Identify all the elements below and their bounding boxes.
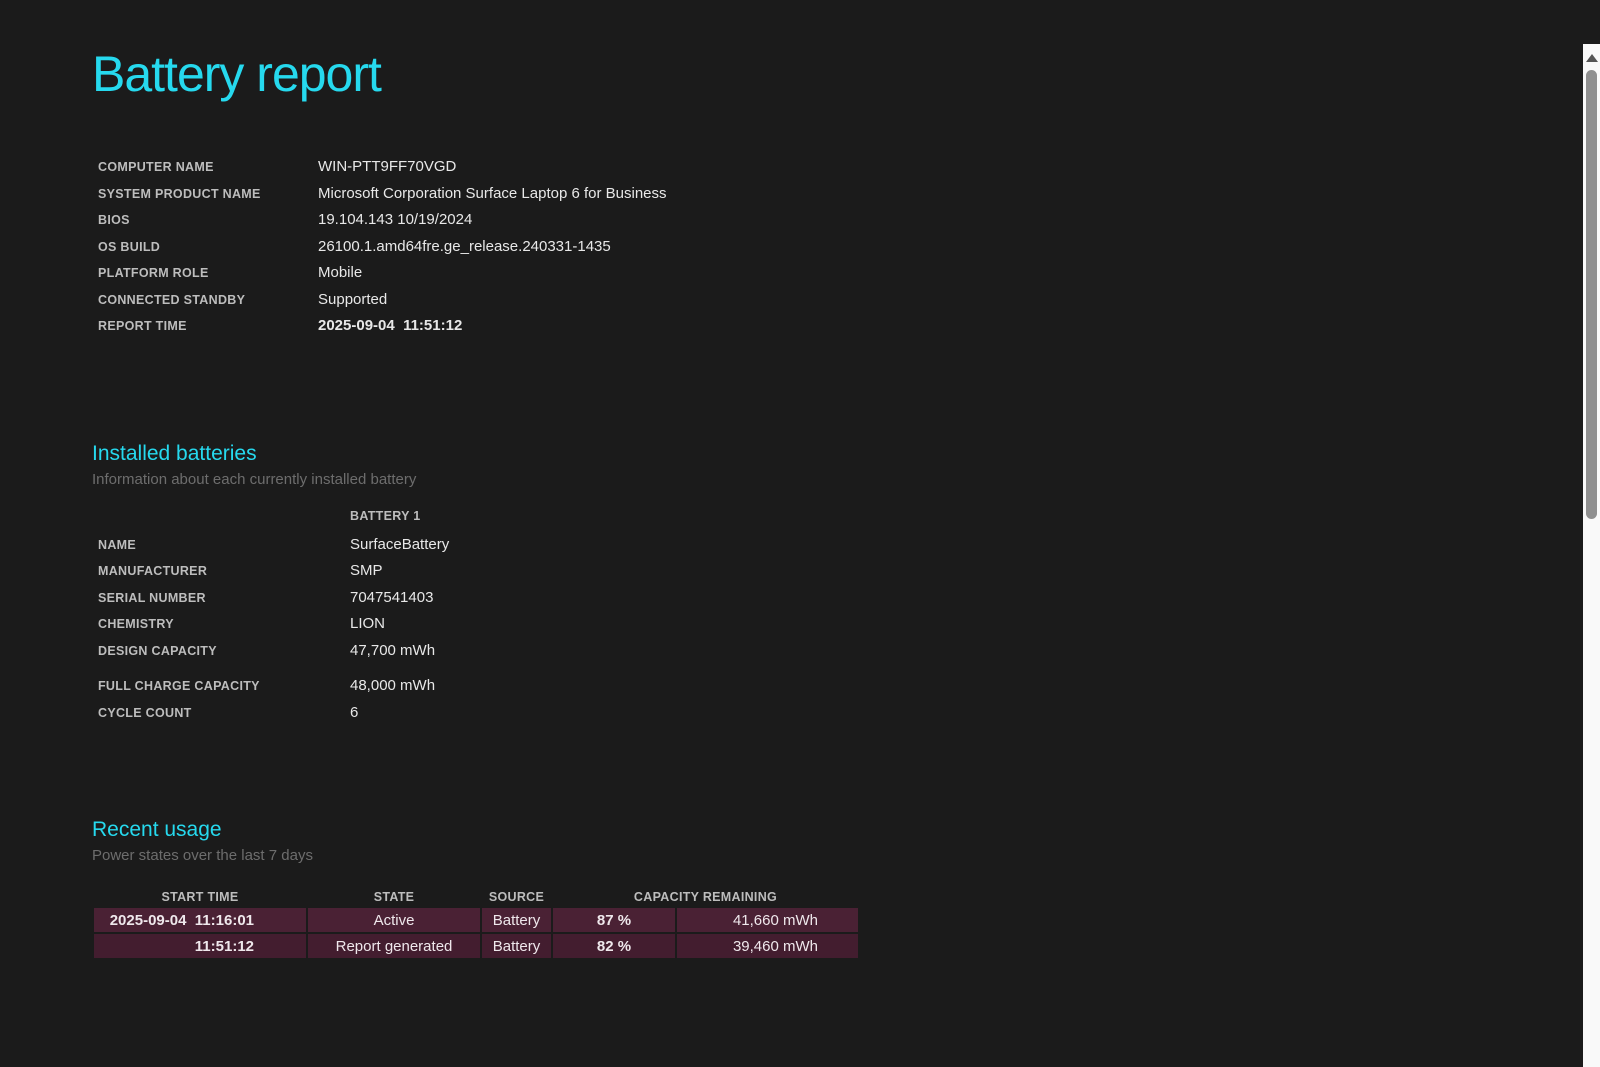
battery-label: DESIGN CAPACITY (98, 643, 217, 658)
usage-source: Battery (482, 908, 551, 932)
battery-label: CHEMISTRY (98, 617, 174, 631)
page-title: Battery report (92, 46, 382, 102)
info-row-system-product-name: SYSTEM PRODUCT NAME Microsoft Corporatio… (92, 181, 1560, 208)
battery-info-table: NAME SurfaceBattery MANUFACTURER SMP SER… (92, 532, 1560, 727)
row-gap (92, 664, 1560, 673)
info-label: COMPUTER NAME (98, 160, 214, 174)
usage-state: Active (308, 908, 480, 932)
usage-table-row: 2025-09-04 11:16:01 Active Battery 87 % … (94, 908, 858, 932)
recent-usage-section: Recent usage Power states over the last … (92, 816, 1560, 960)
info-label: OS BUILD (98, 239, 161, 254)
battery-row-cycle-count: CYCLE COUNT 6 (92, 700, 1560, 727)
info-value: 26100.1.amd64fre.ge_release.240331-1435 (318, 237, 611, 255)
battery-value: 47,700 mWh (350, 641, 436, 659)
battery-1-column-header: BATTERY 1 (350, 508, 421, 523)
info-row-platform-role: PLATFORM ROLE Mobile (92, 260, 1560, 287)
info-value: Mobile (318, 264, 363, 281)
usage-start-time: 11:51:12 (94, 934, 306, 958)
battery-value: 7047541403 (350, 588, 434, 606)
battery-value: LION (350, 615, 386, 632)
info-label: CONNECTED STANDBY (98, 292, 246, 307)
usage-percent: 87 % (553, 908, 675, 932)
battery-label: NAME (98, 537, 137, 552)
info-row-bios: BIOS 19.104.143 10/19/2024 (92, 207, 1560, 234)
header-state: STATE (373, 890, 415, 904)
section-subtitle-recent-usage: Power states over the last 7 days (92, 847, 313, 864)
usage-mwh: 39,460 mWh (677, 934, 858, 958)
usage-mwh: 41,660 mWh (677, 908, 858, 932)
battery-value: 48,000 mWh (350, 677, 436, 694)
vertical-scrollbar[interactable] (1583, 44, 1600, 1067)
info-value: WIN-PTT9FF70VGD (318, 158, 457, 175)
report-time-value: 2025-09-04 11:51:12 (318, 317, 463, 334)
usage-table-row: 11:51:12 Report generated Battery 82 % 3… (94, 934, 858, 958)
system-info-table: COMPUTER NAME WIN-PTT9FF70VGD SYSTEM PRO… (92, 154, 1560, 340)
header-start-time: START TIME (161, 890, 239, 904)
info-row-computer-name: COMPUTER NAME WIN-PTT9FF70VGD (92, 154, 1560, 181)
report-content: Battery report COMPUTER NAME WIN-PTT9FF7… (0, 44, 1600, 960)
recent-usage-table: START TIME STATE SOURCE CAPACITY REMAINI… (92, 886, 860, 960)
usage-state: Report generated (308, 934, 480, 958)
header-capacity-remaining: CAPACITY REMAINING (633, 890, 778, 904)
scroll-up-icon[interactable] (1585, 54, 1598, 62)
battery-report-page: Battery report COMPUTER NAME WIN-PTT9FF7… (0, 44, 1600, 1067)
info-row-os-build: OS BUILD 26100.1.amd64fre.ge_release.240… (92, 234, 1560, 261)
info-value: Supported (318, 290, 388, 308)
battery-label: SERIAL NUMBER (98, 590, 206, 605)
battery-row-full-charge-capacity: FULL CHARGE CAPACITY 48,000 mWh (92, 673, 1560, 700)
battery-column-header-row: BATTERY 1 (92, 508, 1560, 524)
usage-header-row: START TIME STATE SOURCE CAPACITY REMAINI… (94, 888, 858, 906)
header-source: SOURCE (488, 890, 545, 904)
battery-row-design-capacity: DESIGN CAPACITY 47,700 mWh (92, 638, 1560, 665)
installed-batteries-section: Installed batteries Information about ea… (92, 440, 1560, 727)
info-row-report-time: REPORT TIME 2025-09-04 11:51:12 (92, 313, 1560, 340)
section-heading-recent-usage: Recent usage (92, 818, 222, 841)
info-value: Microsoft Corporation Surface Laptop 6 f… (318, 184, 667, 202)
usage-start-time: 2025-09-04 11:16:01 (94, 908, 306, 932)
info-row-connected-standby: CONNECTED STANDBY Supported (92, 287, 1560, 314)
info-label: SYSTEM PRODUCT NAME (98, 186, 261, 201)
battery-label: CYCLE COUNT (98, 705, 192, 720)
battery-value: SMP (350, 562, 383, 579)
battery-row-name: NAME SurfaceBattery (92, 532, 1560, 559)
battery-label: MANUFACTURER (98, 564, 208, 578)
info-label: BIOS (98, 213, 130, 227)
section-subtitle-installed-batteries: Information about each currently install… (92, 470, 417, 488)
section-heading-installed-batteries: Installed batteries (92, 441, 257, 465)
scrollbar-thumb[interactable] (1586, 70, 1597, 519)
info-label: REPORT TIME (98, 319, 187, 333)
info-value: 19.104.143 10/19/2024 (318, 211, 473, 228)
battery-row-chemistry: CHEMISTRY LION (92, 611, 1560, 638)
battery-row-manufacturer: MANUFACTURER SMP (92, 558, 1560, 585)
info-label: PLATFORM ROLE (98, 266, 209, 280)
battery-value: 6 (350, 703, 359, 721)
usage-percent: 82 % (553, 934, 675, 958)
usage-source: Battery (482, 934, 551, 958)
battery-label: FULL CHARGE CAPACITY (98, 679, 260, 693)
battery-row-serial-number: SERIAL NUMBER 7047541403 (92, 585, 1560, 612)
battery-value: SurfaceBattery (350, 535, 450, 553)
